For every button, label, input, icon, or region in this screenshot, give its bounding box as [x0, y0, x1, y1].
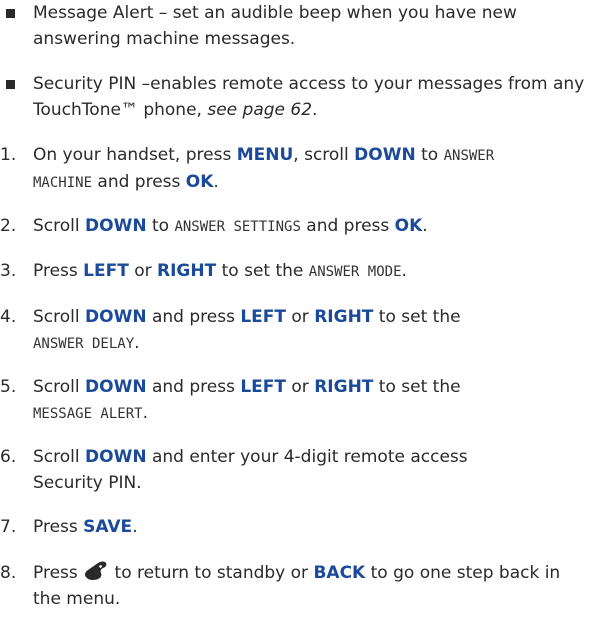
punctuation: .	[312, 100, 318, 120]
step-text-part: Scroll	[33, 307, 86, 327]
right-key: RIGHT	[314, 377, 374, 397]
step-text-part: to set the	[373, 307, 461, 327]
step-text: Scroll DOWN and press LEFT or RIGHT to s…	[33, 374, 588, 427]
step-text-part: or	[286, 377, 315, 397]
right-key: RIGHT	[314, 307, 374, 327]
back-key: BACK	[313, 563, 366, 583]
step-text: Scroll DOWN and enter your 4-digit remot…	[33, 444, 503, 496]
step-text-part: or	[128, 261, 158, 281]
step-text-part: .	[401, 261, 407, 281]
step-text-part: , scroll	[293, 145, 355, 165]
step-text-part: .	[132, 517, 138, 537]
step-number: 1.	[0, 145, 17, 165]
step-number: 5.	[0, 377, 17, 397]
step-text-part: and press	[92, 172, 186, 192]
step-text: Press LEFT or RIGHT to set the ANSWER MO…	[33, 258, 588, 285]
left-key: LEFT	[240, 377, 286, 397]
step-text-part: Scroll	[33, 216, 86, 236]
lcd-text: ANSWER DELAY	[33, 336, 135, 352]
step-text-part: Scroll	[33, 447, 86, 467]
step-text-part: .	[134, 333, 140, 353]
page-reference: see page 62	[207, 100, 313, 120]
step-text: Scroll DOWN and press LEFT or RIGHT to s…	[33, 304, 588, 357]
down-key: DOWN	[354, 145, 416, 165]
step-text: On your handset, press MENU, scroll DOWN…	[33, 142, 588, 196]
step-text-part: .	[142, 403, 148, 423]
down-key: DOWN	[85, 447, 147, 467]
step-text: Press SAVE.	[33, 514, 588, 540]
right-key: RIGHT	[157, 261, 217, 281]
save-key: SAVE	[83, 517, 133, 537]
step-text-part: to	[415, 145, 444, 165]
step-text-part: Press	[33, 563, 84, 583]
step-text-part: and press	[146, 377, 241, 397]
end-call-icon	[83, 560, 109, 582]
left-key: LEFT	[240, 307, 286, 327]
ok-key: OK	[185, 172, 214, 192]
bullet-text: Security PIN –enables remote access to y…	[33, 71, 588, 123]
step-text-part: .	[213, 172, 219, 192]
step-text-part: to set the	[373, 377, 461, 397]
bullet-marker	[6, 80, 15, 89]
step-text-part: and press	[146, 307, 241, 327]
instructions-page: Message Alert – set an audible beep when…	[0, 0, 592, 629]
step-number: 2.	[0, 216, 17, 236]
lcd-text: MESSAGE ALERT	[33, 406, 143, 422]
step-text: Scroll DOWN to ANSWER SETTINGS and press…	[33, 213, 588, 240]
step-number: 3.	[0, 261, 17, 281]
step-text-part: Scroll	[33, 377, 86, 397]
lcd-text: MACHINE	[33, 175, 93, 191]
down-key: DOWN	[85, 216, 147, 236]
step-text-part: or	[286, 307, 315, 327]
step-number: 6.	[0, 447, 17, 467]
step-text-part: to set the	[216, 261, 309, 281]
step-text-part: to return to standby or	[109, 563, 314, 583]
lcd-text: ANSWER MODE	[308, 264, 402, 280]
step-text-part: Press	[33, 517, 84, 537]
bullet-marker	[6, 9, 15, 18]
step-text-part: On your handset, press	[33, 145, 237, 165]
step-text-part: Press	[33, 261, 84, 281]
step-text-part: and press	[300, 216, 395, 236]
down-key: DOWN	[85, 377, 147, 397]
step-number: 7.	[0, 517, 17, 537]
step-number: 4.	[0, 307, 17, 327]
step-number: 8.	[0, 563, 17, 583]
left-key: LEFT	[83, 261, 129, 281]
ok-key: OK	[394, 216, 423, 236]
step-text-part: .	[422, 216, 428, 236]
step-text-part: to	[146, 216, 175, 236]
lcd-text: ANSWER SETTINGS	[174, 219, 301, 235]
down-key: DOWN	[85, 307, 147, 327]
bullet-text: Message Alert – set an audible beep when…	[33, 0, 588, 52]
menu-key: MENU	[236, 145, 294, 165]
bullet-label: Security PIN	[33, 74, 137, 94]
bullet-label: Message Alert	[33, 3, 154, 23]
step-text: Press to return to standby or BACK to go…	[33, 560, 578, 612]
lcd-text: ANSWER	[443, 148, 495, 164]
